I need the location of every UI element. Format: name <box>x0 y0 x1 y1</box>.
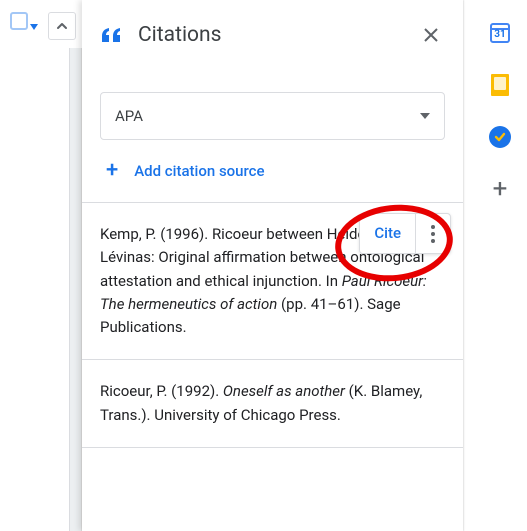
format-dropdown-caret[interactable] <box>30 24 38 30</box>
citation-list: Cite Kemp, P. (1996). Ricoeur between He… <box>82 203 463 531</box>
citation-text-pre: Ricoeur, P. (1992). <box>100 382 223 400</box>
quote-icon <box>102 24 120 47</box>
format-icon[interactable] <box>10 12 28 30</box>
collapse-toolbar-button[interactable] <box>48 12 76 40</box>
side-rail: 31 + <box>473 0 527 531</box>
panel-header: Citations <box>82 0 463 70</box>
cite-button[interactable]: Cite <box>360 214 416 253</box>
calendar-addon-button[interactable]: 31 <box>489 22 511 44</box>
add-citation-label: Add citation source <box>134 162 264 180</box>
chevron-down-icon <box>420 113 430 119</box>
citation-more-button[interactable] <box>416 217 450 251</box>
tasks-icon <box>489 126 511 148</box>
left-toolbar <box>0 12 82 40</box>
close-button[interactable] <box>417 21 445 49</box>
format-select-row: APA <box>82 92 463 140</box>
citation-actions: Cite <box>359 213 451 254</box>
plus-icon: + <box>493 179 508 199</box>
plus-icon: + <box>106 162 118 180</box>
calendar-icon: 31 <box>490 23 510 43</box>
format-select-value: APA <box>115 107 143 125</box>
citation-text-italic: Oneself as another <box>223 382 345 400</box>
citation-item[interactable]: Ricoeur, P. (1992). Oneself as another (… <box>82 360 463 448</box>
keep-icon <box>491 74 509 96</box>
citation-item[interactable]: Cite Kemp, P. (1996). Ricoeur between He… <box>82 203 463 360</box>
citations-panel: Citations APA + Add citation source Cite… <box>82 0 463 531</box>
keep-addon-button[interactable] <box>489 74 511 96</box>
citation-format-select[interactable]: APA <box>100 92 445 140</box>
left-editor-strip <box>0 0 82 531</box>
add-citation-button[interactable]: + Add citation source <box>82 140 463 203</box>
add-addon-button[interactable]: + <box>489 178 511 200</box>
panel-title: Citations <box>138 23 417 47</box>
tasks-addon-button[interactable] <box>489 126 511 148</box>
document-edge <box>69 48 82 531</box>
